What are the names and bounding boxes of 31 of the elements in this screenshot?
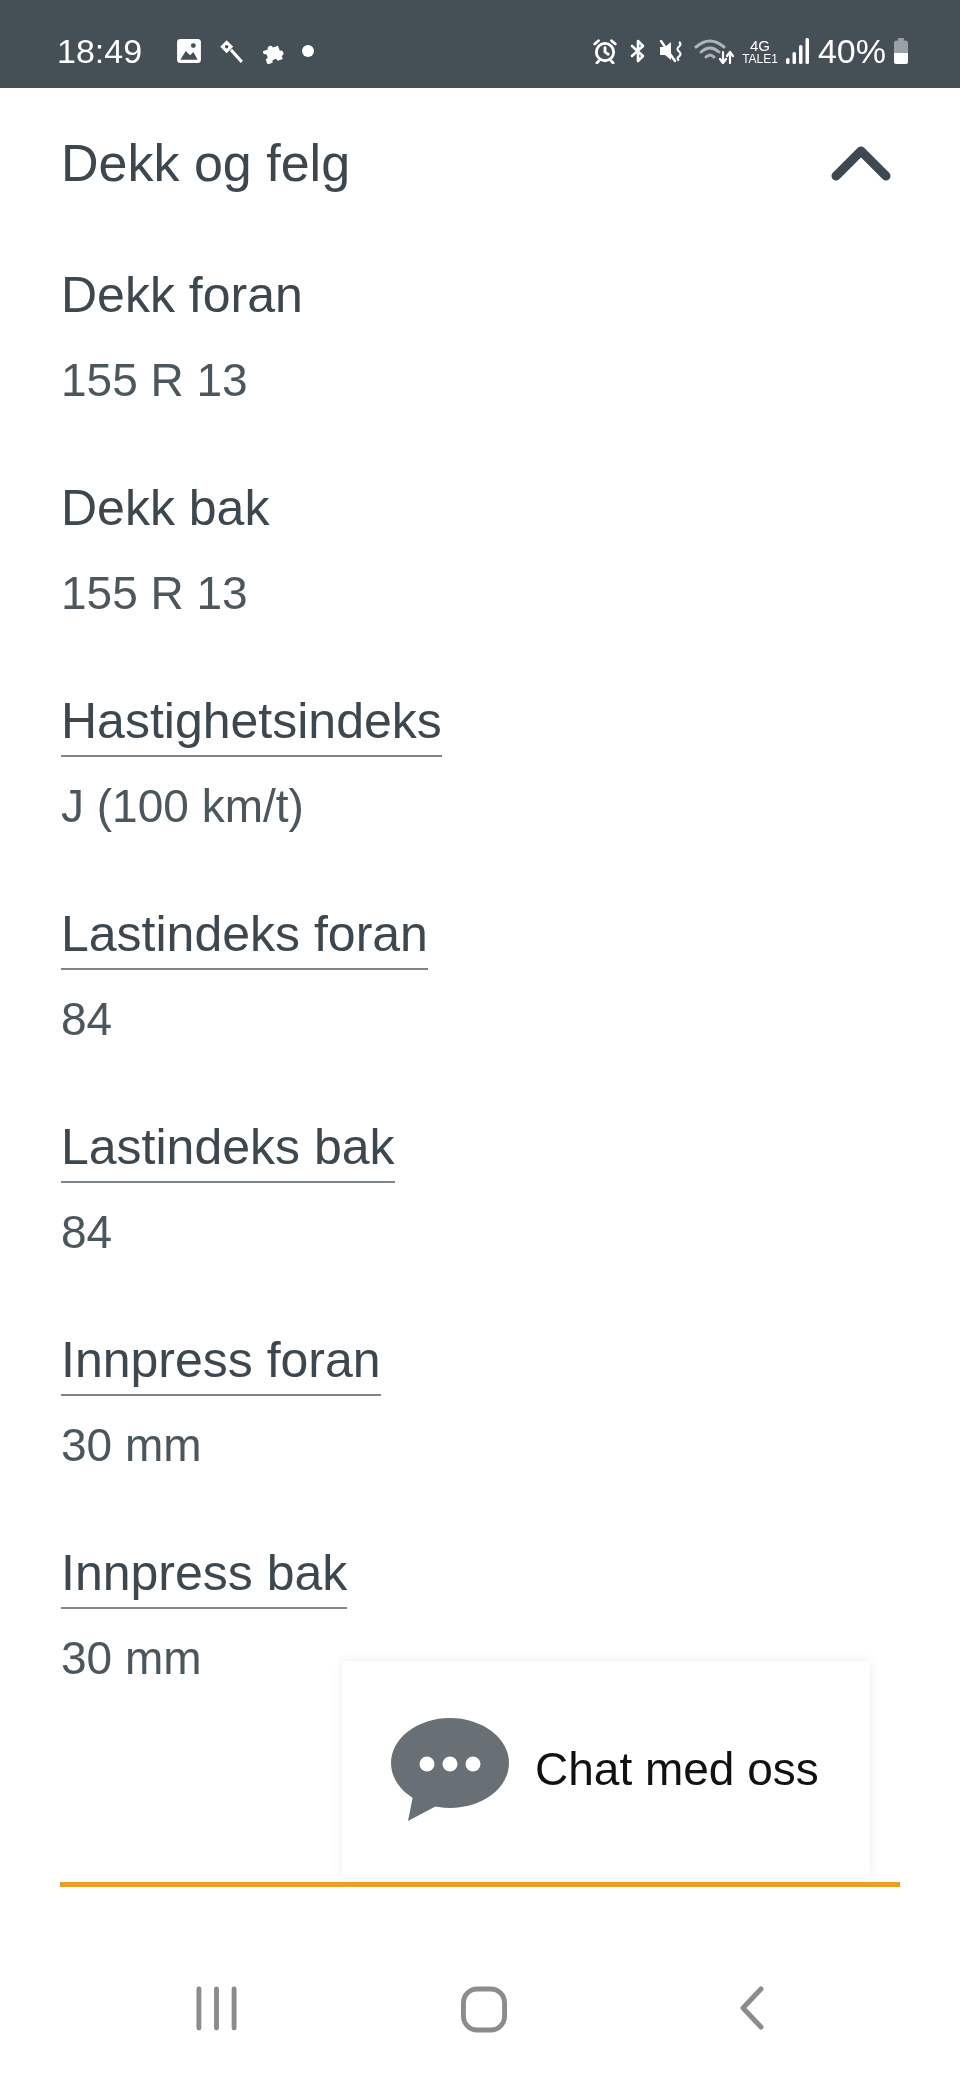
- field-value: J (100 km/t): [61, 779, 304, 834]
- field-label: Dekk foran: [61, 267, 303, 325]
- chat-bubble-icon: [390, 1717, 510, 1821]
- alarm-clock-icon: [592, 38, 619, 64]
- field-value: 30 mm: [61, 1631, 202, 1686]
- field-value: 155 R 13: [61, 566, 248, 621]
- field-label[interactable]: Innpress bak: [61, 1545, 348, 1609]
- network-type-label: 4G: [750, 37, 771, 53]
- field-label: Dekk bak: [61, 480, 270, 538]
- field-label[interactable]: Innpress foran: [61, 1332, 381, 1396]
- field-value: 84: [61, 992, 113, 1047]
- home-icon: [460, 1986, 508, 2033]
- hammer-icon: [218, 38, 245, 64]
- field-value: 155 R 13: [61, 353, 248, 408]
- status-time: 18:49: [57, 31, 143, 71]
- battery-percentage: 40%: [817, 31, 886, 71]
- chat-button[interactable]: Chat med oss: [342, 1661, 870, 1877]
- field-value: 84: [61, 1205, 113, 1260]
- image-icon: [176, 38, 203, 64]
- recent-apps-icon: [194, 1986, 238, 2031]
- battery-icon: [894, 38, 908, 64]
- carrier-label: TALE1: [742, 52, 778, 65]
- field-label[interactable]: Lastindeks foran: [61, 906, 428, 970]
- field-label[interactable]: Hastighetsindeks: [61, 693, 442, 757]
- back-icon: [739, 1986, 765, 2030]
- signal-bars-icon: [785, 38, 810, 64]
- notification-dot-icon: [302, 45, 315, 57]
- accordion-header[interactable]: Dekk og felg: [61, 132, 899, 194]
- field-label[interactable]: Lastindeks bak: [61, 1119, 395, 1183]
- field-value: 30 mm: [61, 1418, 202, 1473]
- wifi-icon: [694, 38, 735, 64]
